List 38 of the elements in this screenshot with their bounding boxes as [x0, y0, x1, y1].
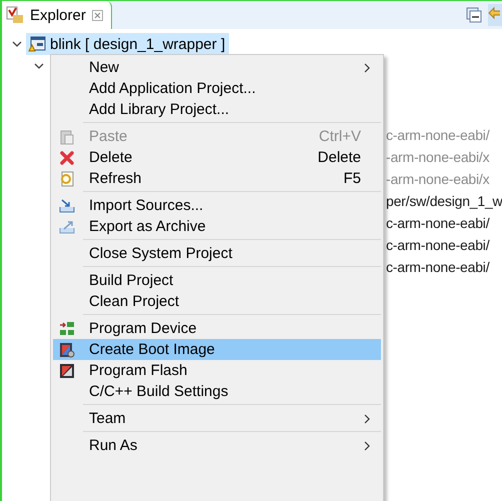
menu-item[interactable]: New — [53, 57, 381, 78]
export-icon — [59, 218, 75, 234]
menu-item[interactable]: C/C++ Build Settings — [53, 381, 381, 402]
menu-item[interactable]: Add Library Project... — [53, 99, 381, 120]
project-tree-item[interactable]: blink [ design_1_wrapper ] — [26, 33, 230, 55]
menu-item[interactable]: Team — [53, 408, 381, 429]
tree-item-text: c-arm-none-eabi/ — [386, 126, 490, 145]
close-icon[interactable] — [92, 10, 103, 20]
tree-item-text: c-arm-none-eabi/ — [386, 214, 490, 233]
clipboard-icon — [59, 128, 75, 144]
folder-icon — [6, 6, 24, 24]
menu-item[interactable]: Program Flash — [53, 360, 381, 381]
flash-icon — [59, 362, 75, 378]
tree-item-text: -arm-none-eabi/x — [386, 148, 490, 167]
chevron-icon[interactable] — [12, 39, 22, 49]
boot-image-icon — [59, 342, 75, 358]
project-icon — [28, 35, 46, 53]
tree-item-text: c-arm-none-eabi/ — [386, 236, 490, 255]
menu-item[interactable]: Refresh F5 — [53, 168, 381, 189]
menu-item[interactable]: Add Application Project... — [53, 78, 381, 99]
menu-item[interactable]: Import Sources... — [53, 195, 381, 216]
close-icon — [59, 150, 75, 166]
explorer-tab[interactable]: Explorer — [2, 1, 112, 29]
refresh-icon — [59, 170, 75, 186]
menu-item[interactable]: Close System Project — [53, 243, 381, 264]
minimize-icon[interactable] — [466, 7, 482, 23]
menu-item[interactable]: Build Project — [53, 270, 381, 291]
import-icon — [59, 198, 75, 214]
device-icon — [59, 320, 75, 336]
menu-item[interactable]: Export as Archive — [53, 216, 381, 237]
tree-item-text: c-arm-none-eabi/ — [386, 258, 490, 277]
menu-item[interactable]: Create Boot Image — [53, 339, 381, 360]
menu-item[interactable]: Delete Delete — [53, 147, 381, 168]
menu-item[interactable]: Clean Project — [53, 291, 381, 312]
menu-item[interactable]: Program Device — [53, 318, 381, 339]
menu-item[interactable]: Run As — [53, 435, 381, 456]
chevron-icon[interactable] — [34, 61, 44, 71]
tree-item-text: -arm-none-eabi/x — [386, 170, 490, 189]
